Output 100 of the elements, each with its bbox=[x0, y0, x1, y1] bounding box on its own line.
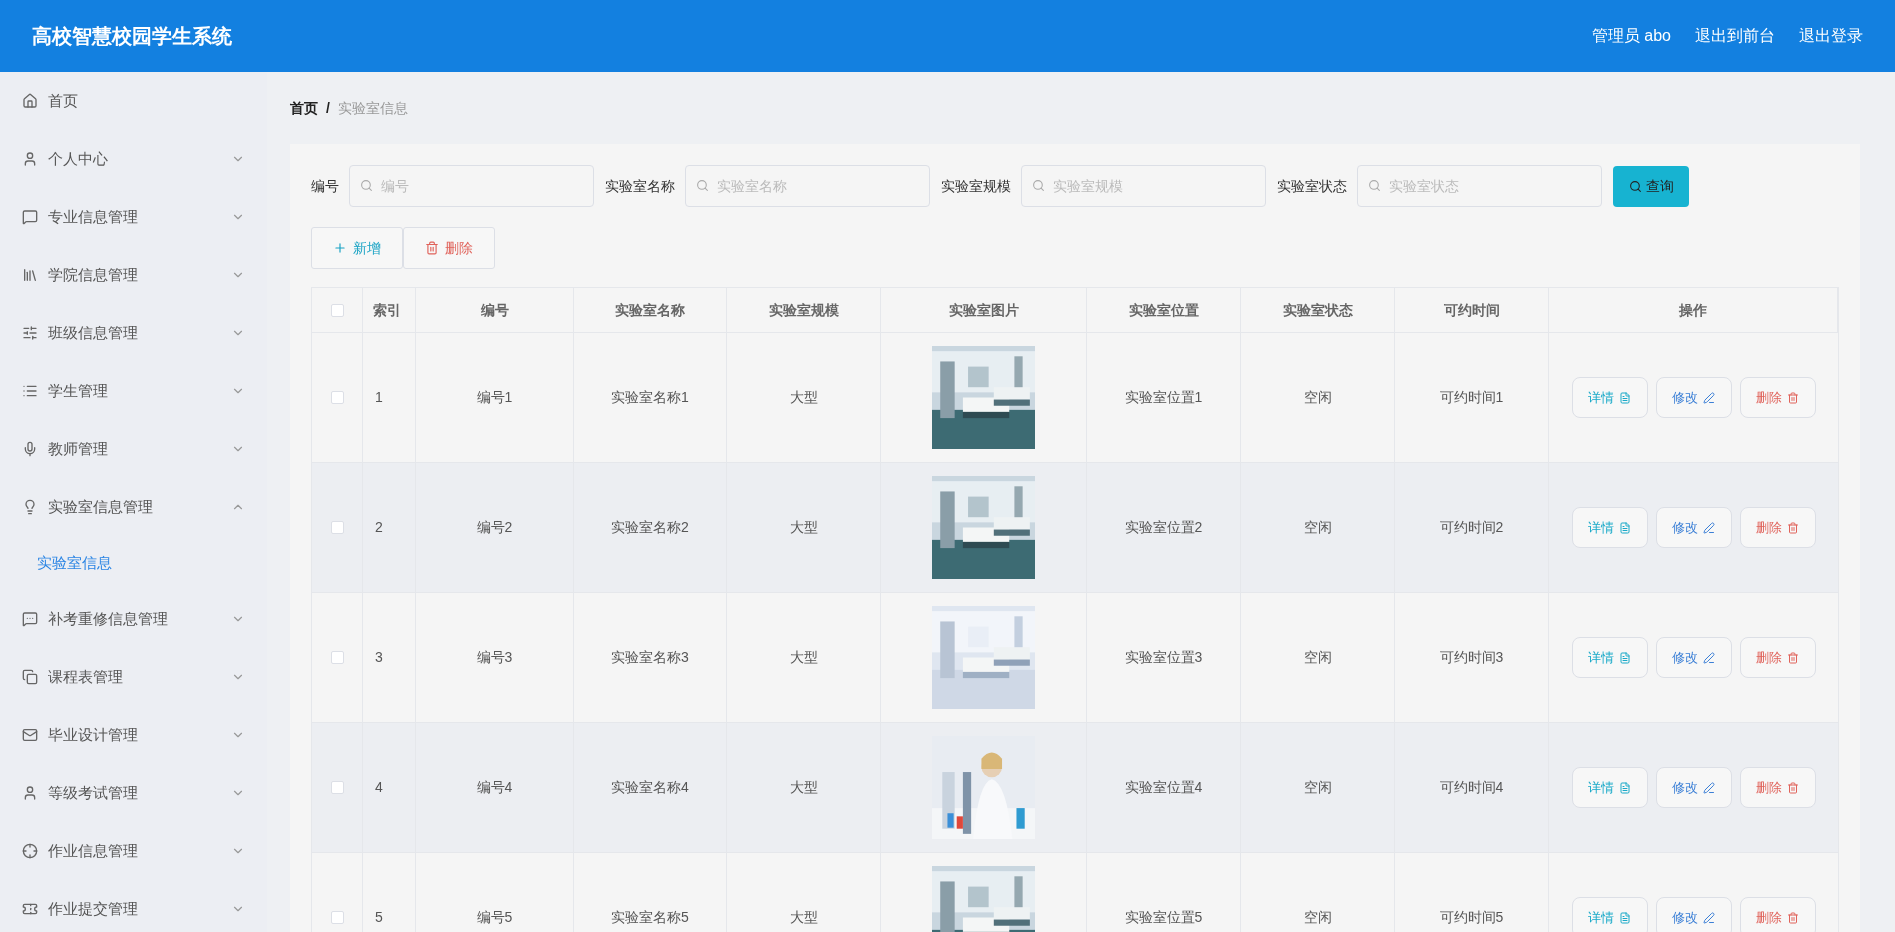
document-icon bbox=[1619, 391, 1631, 404]
person-icon bbox=[22, 785, 38, 801]
breadcrumb-current: 实验室信息 bbox=[337, 98, 408, 118]
table-cell-text: 编号4 bbox=[476, 778, 513, 797]
detail-button[interactable]: 详情 bbox=[1571, 897, 1648, 932]
table-cell-text: 可约时间4 bbox=[1439, 778, 1504, 797]
home-icon bbox=[22, 93, 38, 109]
trash-icon bbox=[1787, 521, 1799, 534]
sidebar-item[interactable]: 等级考试管理 bbox=[0, 764, 267, 822]
document-icon bbox=[1619, 781, 1631, 794]
table-cell-text: 空闲 bbox=[1303, 908, 1332, 927]
breadcrumb-link[interactable]: 首页 bbox=[290, 97, 318, 119]
column-header: 可约时间 bbox=[1443, 300, 1500, 320]
breadcrumb-separator: / bbox=[326, 98, 330, 118]
edit-button[interactable]: 修改 bbox=[1655, 377, 1732, 418]
delete-button[interactable]: 删除 bbox=[1739, 637, 1816, 678]
table-cell-text: 实验室位置1 bbox=[1124, 388, 1203, 407]
checkbox[interactable] bbox=[330, 781, 344, 794]
edit-button[interactable]: 修改 bbox=[1655, 897, 1732, 932]
field-label: 实验室名称 bbox=[605, 176, 675, 196]
column-header: 索引 bbox=[373, 300, 401, 320]
detail-button[interactable]: 详情 bbox=[1571, 767, 1648, 808]
detail-button[interactable]: 详情 bbox=[1571, 507, 1648, 548]
table-cell-text: 2 bbox=[375, 518, 383, 537]
table-cell-text: 大型 bbox=[789, 908, 818, 927]
column-header: 实验室规模 bbox=[768, 300, 839, 320]
search-button[interactable]: 查询 bbox=[1613, 165, 1689, 207]
table-cell-text: 大型 bbox=[789, 388, 818, 407]
edit-button[interactable]: 修改 bbox=[1655, 637, 1732, 678]
sidebar-item[interactable]: 个人中心 bbox=[0, 130, 267, 188]
delete-button[interactable]: 删除 bbox=[1739, 377, 1816, 418]
table-cell-text: 可约时间3 bbox=[1439, 648, 1504, 667]
person-icon bbox=[22, 151, 38, 167]
detail-button[interactable]: 详情 bbox=[1571, 637, 1648, 678]
header-link[interactable]: 管理员 abo bbox=[1591, 24, 1671, 48]
sidebar-subitem[interactable]: 实验室信息 bbox=[0, 536, 267, 590]
edit-button[interactable]: 修改 bbox=[1655, 767, 1732, 808]
table-cell-text: 编号1 bbox=[476, 388, 513, 407]
sidebar-item[interactable]: 首页 bbox=[0, 72, 267, 130]
table-cell-text: 可约时间1 bbox=[1439, 388, 1504, 407]
pencil-icon bbox=[1703, 651, 1715, 664]
checkbox[interactable] bbox=[330, 521, 344, 534]
column-header: 实验室位置 bbox=[1128, 300, 1199, 320]
sidebar-item[interactable]: 学生管理 bbox=[0, 362, 267, 420]
sidebar-item[interactable]: 补考重修信息管理 bbox=[0, 590, 267, 648]
chat-icon bbox=[22, 209, 38, 225]
chat-icon bbox=[22, 611, 38, 627]
detail-button[interactable]: 详情 bbox=[1571, 377, 1648, 418]
edit-button[interactable]: 修改 bbox=[1655, 507, 1732, 548]
crosshair-icon bbox=[22, 843, 38, 859]
field-label: 实验室状态 bbox=[1277, 176, 1347, 196]
copy-icon bbox=[22, 669, 38, 685]
sidebar-item[interactable]: 学院信息管理 bbox=[0, 246, 267, 304]
search-field[interactable]: 实验室规模 bbox=[1021, 165, 1266, 207]
column-header: 操作 bbox=[1679, 300, 1707, 320]
add-button[interactable]: 新增 bbox=[311, 227, 403, 269]
table-cell-text: 编号5 bbox=[476, 908, 513, 927]
table-cell-text: 实验室名称5 bbox=[611, 908, 689, 927]
table-cell-text: 空闲 bbox=[1303, 778, 1332, 797]
table-cell-text: 空闲 bbox=[1303, 648, 1332, 667]
delete-button[interactable]: 删除 bbox=[1739, 507, 1816, 548]
sidebar-item[interactable]: 作业信息管理 bbox=[0, 822, 267, 880]
sliders-icon bbox=[22, 325, 38, 341]
table-cell-text: 3 bbox=[375, 648, 383, 667]
list-icon bbox=[22, 383, 38, 399]
mail-icon bbox=[22, 727, 38, 743]
sidebar-item[interactable]: 班级信息管理 bbox=[0, 304, 267, 362]
table-cell-text: 大型 bbox=[789, 648, 818, 667]
table-cell-text: 1 bbox=[375, 388, 383, 407]
sidebar-item[interactable]: 课程表管理 bbox=[0, 648, 267, 706]
table-cell-text: 实验室名称1 bbox=[611, 388, 689, 407]
checkbox[interactable] bbox=[330, 391, 344, 404]
sidebar-item[interactable]: 教师管理 bbox=[0, 420, 267, 478]
search-icon bbox=[1628, 179, 1642, 193]
delete-button[interactable]: 删除 bbox=[1739, 897, 1816, 932]
microphone-icon bbox=[22, 441, 38, 457]
field-label: 实验室规模 bbox=[941, 176, 1011, 196]
search-field[interactable]: 实验室名称 bbox=[685, 165, 930, 207]
table-cell-text: 实验室位置3 bbox=[1124, 648, 1203, 667]
checkbox[interactable] bbox=[330, 911, 344, 924]
sidebar-item[interactable]: 作业提交管理 bbox=[0, 880, 267, 932]
trash-icon bbox=[1787, 781, 1799, 794]
sidebar-item[interactable]: 实验室信息管理 bbox=[0, 478, 267, 536]
trash-icon bbox=[1787, 651, 1799, 664]
header-link[interactable]: 退出到前台 bbox=[1695, 24, 1775, 48]
delete-button[interactable]: 删除 bbox=[403, 227, 495, 269]
column-header: 实验室图片 bbox=[948, 300, 1019, 320]
table-cell-text: 大型 bbox=[789, 778, 818, 797]
document-icon bbox=[1619, 911, 1631, 924]
table-cell-text: 4 bbox=[375, 778, 383, 797]
books-icon bbox=[22, 267, 38, 283]
delete-button[interactable]: 删除 bbox=[1739, 767, 1816, 808]
sidebar-item[interactable]: 毕业设计管理 bbox=[0, 706, 267, 764]
checkbox[interactable] bbox=[330, 651, 344, 664]
sidebar-item[interactable]: 专业信息管理 bbox=[0, 188, 267, 246]
column-header: 实验室状态 bbox=[1282, 300, 1353, 320]
header-link[interactable]: 退出登录 bbox=[1799, 24, 1863, 48]
column-header: 实验室名称 bbox=[615, 300, 685, 320]
checkbox[interactable] bbox=[330, 303, 344, 317]
search-field[interactable]: 编号 bbox=[349, 165, 594, 207]
